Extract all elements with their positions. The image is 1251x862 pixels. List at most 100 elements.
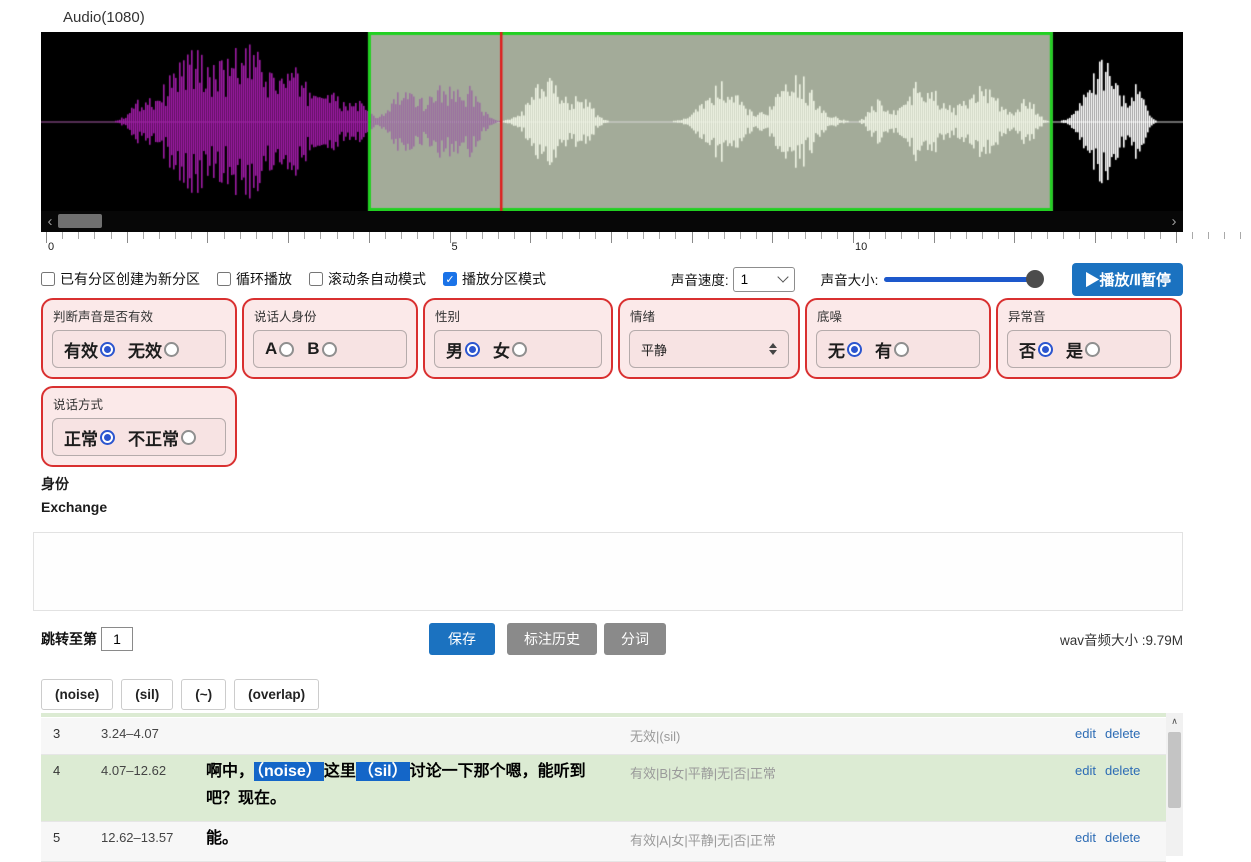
ruler-tick xyxy=(708,232,709,239)
delete-link[interactable]: delete xyxy=(1105,726,1140,741)
ruler-tick xyxy=(1144,232,1145,239)
radio-option-5-1[interactable]: 是 xyxy=(1066,337,1100,362)
radio-option-4-0[interactable]: 无 xyxy=(828,337,862,362)
radio-option-6-0[interactable]: 正常 xyxy=(64,425,115,450)
row-meta: 无效|(sil) xyxy=(630,726,1075,745)
emotion-select[interactable]: 平静 xyxy=(629,330,789,368)
previous-row-sliver xyxy=(41,713,1166,717)
speed-label: 声音速度: xyxy=(671,269,729,289)
radio-selected-icon[interactable] xyxy=(1038,342,1053,357)
waveform-scrollbar-thumb[interactable] xyxy=(58,214,102,228)
speed-select[interactable]: 1 xyxy=(733,267,795,292)
radio-option-0-0[interactable]: 有效 xyxy=(64,337,115,362)
volume-slider-thumb[interactable] xyxy=(1026,270,1044,288)
delete-link[interactable]: delete xyxy=(1105,763,1140,778)
radio-icon[interactable] xyxy=(1085,342,1100,357)
volume-slider-track[interactable] xyxy=(884,277,1042,282)
ruler-tick xyxy=(579,232,580,239)
checkbox-icon[interactable] xyxy=(217,272,231,286)
scroll-up-icon[interactable]: ∧ xyxy=(1166,713,1183,729)
jump-input[interactable] xyxy=(101,627,133,651)
section-label: 情绪 xyxy=(630,306,789,325)
ruler-tick xyxy=(692,232,693,243)
radio-selected-icon[interactable] xyxy=(465,342,480,357)
ruler-tick xyxy=(805,232,806,239)
delete-link[interactable]: delete xyxy=(1105,830,1140,845)
ruler-label: 5 xyxy=(452,241,458,253)
radio-option-5-0[interactable]: 否 xyxy=(1019,337,1053,362)
ruler-tick xyxy=(62,232,63,239)
radio-option-label: A xyxy=(265,339,277,359)
radio-icon[interactable] xyxy=(322,342,337,357)
history-button[interactable]: 标注历史 xyxy=(507,623,597,655)
scroll-left-icon[interactable]: ‹ xyxy=(43,212,57,231)
radio-option-1-1[interactable]: B xyxy=(307,339,336,359)
ruler-tick xyxy=(627,232,628,239)
checkbox-icon[interactable] xyxy=(41,272,55,286)
ruler-tick xyxy=(369,232,370,243)
radio-option-6-1[interactable]: 不正常 xyxy=(128,425,196,450)
radio-selected-icon[interactable] xyxy=(847,342,862,357)
playback-controls: 已有分区创建为新分区循环播放滚动条自动模式✓播放分区模式 声音速度: 1 声音大… xyxy=(41,264,1183,294)
checkbox-2[interactable]: 滚动条自动模式 xyxy=(309,269,426,289)
ruler-tick xyxy=(224,232,225,239)
checkbox-checked-icon[interactable]: ✓ xyxy=(443,272,457,286)
radio-selected-icon[interactable] xyxy=(100,430,115,445)
ruler-tick xyxy=(498,232,499,239)
edit-link[interactable]: edit xyxy=(1075,763,1096,778)
tag-chip: （noise） xyxy=(254,762,324,781)
section-label: 性别 xyxy=(435,306,602,325)
radio-selected-icon[interactable] xyxy=(100,342,115,357)
tag-button-3[interactable]: (overlap) xyxy=(234,679,319,710)
section-body: 有效无效 xyxy=(52,330,226,368)
emotion-select-value: 平静 xyxy=(641,340,667,359)
segment-button[interactable]: 分词 xyxy=(604,623,666,655)
radio-option-2-1[interactable]: 女 xyxy=(493,337,527,362)
ruler-tick xyxy=(1047,232,1048,239)
ruler-tick xyxy=(1176,232,1177,243)
annotation-form-row-1: 判断声音是否有效有效无效说话人身份AB性别男女情绪平静底噪无有异常音否是 xyxy=(41,298,1183,379)
annotation-form-row-2: 说话方式正常不正常 xyxy=(41,386,1183,467)
table-row: 44.07–12.62啊中，（noise）这里（sil）讨论一下那个嗯，能听到吧… xyxy=(41,755,1166,822)
ruler-tick xyxy=(127,232,128,243)
row-actions: edit delete xyxy=(1075,763,1166,778)
checkbox-3[interactable]: ✓播放分区模式 xyxy=(443,269,546,289)
checkbox-1[interactable]: 循环播放 xyxy=(217,269,292,289)
ruler-label: 0 xyxy=(48,241,54,253)
tag-button-0[interactable]: (noise) xyxy=(41,679,113,710)
jump-row: 跳转至第 保存 标注历史 分词 wav音频大小 :9.79M xyxy=(41,623,1183,655)
ruler-tick xyxy=(788,232,789,239)
radio-option-0-1[interactable]: 无效 xyxy=(128,337,179,362)
play-pause-button[interactable]: ▶播放/Ⅱ暂停 xyxy=(1072,263,1183,296)
radio-icon[interactable] xyxy=(164,342,179,357)
radio-option-1-0[interactable]: A xyxy=(265,339,294,359)
table-scrollbar[interactable]: ∧ xyxy=(1166,713,1183,856)
text-part: 能。 xyxy=(206,830,238,847)
tag-button-1[interactable]: (sil) xyxy=(121,679,173,710)
radio-icon[interactable] xyxy=(181,430,196,445)
row-actions: edit delete xyxy=(1075,830,1166,845)
table-scrollbar-thumb[interactable] xyxy=(1168,732,1181,808)
checkbox-icon[interactable] xyxy=(309,272,323,286)
ruler-tick xyxy=(240,232,241,239)
radio-icon[interactable] xyxy=(894,342,909,357)
ruler-tick xyxy=(417,232,418,239)
checkbox-0[interactable]: 已有分区创建为新分区 xyxy=(41,269,200,289)
volume-slider[interactable] xyxy=(884,270,1042,288)
ruler-tick xyxy=(1192,232,1193,239)
radio-option-4-1[interactable]: 有 xyxy=(875,337,909,362)
radio-icon[interactable] xyxy=(279,342,294,357)
ruler-tick xyxy=(885,232,886,239)
time-ruler: 0510 xyxy=(41,232,1251,256)
waveform-scrollbar[interactable]: ‹ › xyxy=(41,211,1183,232)
radio-icon[interactable] xyxy=(512,342,527,357)
ruler-tick xyxy=(1160,232,1161,239)
radio-option-2-0[interactable]: 男 xyxy=(446,337,480,362)
waveform-canvas[interactable] xyxy=(41,32,1183,211)
transcript-textarea[interactable] xyxy=(33,532,1183,611)
save-button[interactable]: 保存 xyxy=(429,623,495,655)
edit-link[interactable]: edit xyxy=(1075,726,1096,741)
scroll-right-icon[interactable]: › xyxy=(1167,212,1181,231)
tag-button-2[interactable]: (~) xyxy=(181,679,226,710)
edit-link[interactable]: edit xyxy=(1075,830,1096,845)
